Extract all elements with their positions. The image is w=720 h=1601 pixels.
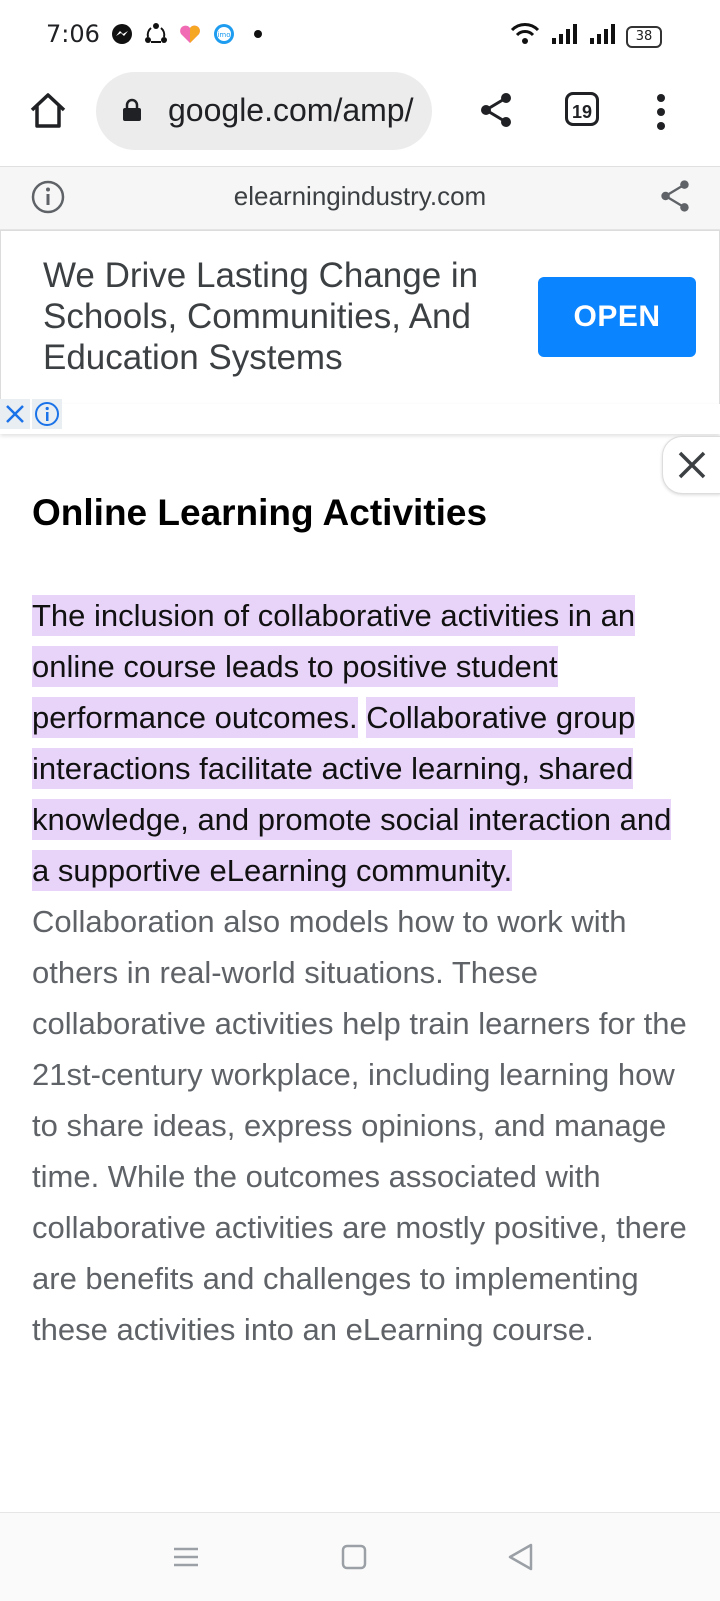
ad-info-icon[interactable] <box>32 399 62 429</box>
menu-icon[interactable] <box>170 1541 202 1573</box>
heart-icon <box>178 22 202 46</box>
ad-divider <box>0 404 720 434</box>
amp-header: elearningindustry.com <box>0 167 720 230</box>
home-icon[interactable] <box>28 90 68 130</box>
wifi-icon <box>510 22 540 51</box>
ad-open-button[interactable]: OPEN <box>538 277 696 357</box>
ad-text: We Drive Lasting Change in Schools, Comm… <box>43 256 479 377</box>
lock-icon <box>122 98 142 121</box>
article-paragraph: The inclusion of collaborative activitie… <box>32 590 692 1355</box>
notification-icons: imo <box>110 22 270 46</box>
browser-toolbar: google.com/amp/ 19 <box>0 70 720 167</box>
ad-banner[interactable]: We Drive Lasting Change in Schools, Comm… <box>0 230 720 406</box>
url-text: google.com/amp/ <box>168 92 414 128</box>
tab-switcher-button[interactable]: 19 <box>565 92 599 126</box>
more-options-icon[interactable] <box>654 92 668 132</box>
status-bar: 7:06 imo 38 <box>0 0 720 70</box>
dot-icon <box>246 22 270 46</box>
paragraph-text: Collaboration also models how to work wi… <box>32 904 687 1347</box>
imo-icon: imo <box>212 22 236 46</box>
system-nav-bar <box>0 1512 720 1601</box>
sync-icon <box>144 22 168 46</box>
close-icon[interactable] <box>0 399 30 429</box>
share-icon[interactable] <box>658 179 692 213</box>
svg-text:imo: imo <box>217 31 230 39</box>
share-icon[interactable] <box>478 92 514 128</box>
system-status: 38 <box>510 22 662 51</box>
close-icon <box>678 451 706 479</box>
url-bar[interactable]: google.com/amp/ <box>96 72 432 150</box>
signal-icon <box>550 22 578 51</box>
status-time: 7:06 <box>46 20 100 48</box>
messenger-icon <box>110 22 134 46</box>
close-ad-button[interactable] <box>662 436 720 494</box>
ad-controls <box>0 399 64 431</box>
back-icon[interactable] <box>505 1541 537 1573</box>
battery-icon: 38 <box>626 25 662 48</box>
home-button-icon[interactable] <box>338 1541 370 1573</box>
article-heading: Online Learning Activities <box>32 492 488 533</box>
amp-domain: elearningindustry.com <box>233 181 487 211</box>
signal-icon <box>588 22 616 51</box>
